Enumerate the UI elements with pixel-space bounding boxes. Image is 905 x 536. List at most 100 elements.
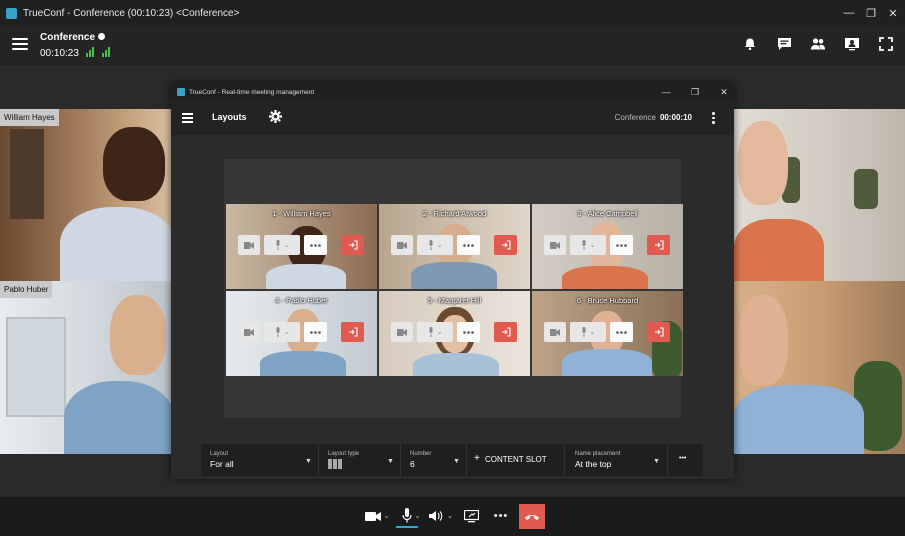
slot-camera-button[interactable] [391,322,413,342]
slot-remove-button[interactable] [341,322,364,342]
slot-more-button[interactable] [610,322,633,342]
slot-more-button[interactable] [457,235,480,255]
slot-camera-button[interactable] [238,322,260,342]
slot-more-button[interactable] [304,235,327,255]
dialog-heading: Layouts [212,112,247,122]
close-button[interactable]: ✕ [882,0,904,26]
hamburger-menu-icon[interactable] [12,38,28,52]
video-background-plant-2 [854,169,878,209]
fullscreen-icon[interactable] [877,35,895,53]
slot-remove-button[interactable] [494,235,517,255]
maximize-button[interactable]: ❐ [860,0,882,26]
chat-icon[interactable] [775,35,793,53]
chevron-down-icon[interactable]: ⌄ [284,328,290,336]
slot-microphone-button[interactable]: ⌄ [264,235,300,255]
gear-icon[interactable] [269,110,282,128]
video-tile-william-hayes[interactable]: William Hayes [0,109,171,281]
layout-slot-5[interactable]: 5 - Margaret Hill ⌄ [379,291,530,376]
chevron-down-icon[interactable]: ⌄ [590,241,596,249]
camera-icon [550,328,560,336]
meeting-management-dialog: TrueConf - Real-time meeting management … [171,83,734,479]
participant-head [738,295,788,385]
more-button[interactable]: ••• [490,506,512,526]
chevron-down-icon[interactable]: ⌄ [447,512,453,520]
layout-slot-6[interactable]: 6 - Bruce Hubbard ⌄ [532,291,683,376]
slot-remove-button[interactable] [647,322,670,342]
screen-share-button[interactable] [462,506,480,526]
slot-camera-button[interactable] [544,322,566,342]
slot-camera-button[interactable] [238,235,260,255]
dropdown-arrow-icon[interactable]: ▼ [305,458,312,465]
more-icon [616,330,627,334]
slot-more-button[interactable] [610,235,633,255]
microphone-button[interactable]: ⌄ [398,506,424,526]
dialog-menu-icon[interactable] [182,113,193,125]
slot-camera-button[interactable] [391,235,413,255]
camera-icon [364,511,381,521]
camera-button[interactable]: ⌄ [364,506,390,526]
slot-remove-button[interactable] [494,322,517,342]
number-select[interactable]: Number 6 ▼ [401,444,467,476]
content-sharing-icon[interactable] [843,35,861,53]
name-placement-select[interactable]: Name placement At the top ▼ [565,444,668,476]
dropdown-arrow-icon[interactable]: ▼ [387,458,394,465]
window-titlebar: TrueConf - Conference (00:10:23) <Confer… [0,0,905,26]
participants-icon[interactable] [809,35,827,53]
slot-remove-button[interactable] [647,235,670,255]
slot-microphone-button[interactable]: ⌄ [417,322,453,342]
chevron-down-icon[interactable]: ⌄ [437,328,443,336]
slot-remove-button[interactable] [341,235,364,255]
dialog-minimize-button[interactable]: — [657,83,675,101]
video-tile-pablo-huber[interactable]: Pablo Huber [0,281,171,454]
slot-microphone-button[interactable]: ⌄ [417,235,453,255]
minimize-button[interactable]: — [838,0,860,26]
trueconf-logo-icon [6,7,17,19]
kebab-menu-icon[interactable] [712,112,715,126]
slot-more-button[interactable] [304,322,327,342]
more-icon [310,330,321,334]
chevron-down-icon[interactable]: ⌄ [590,328,596,336]
camera-icon [244,328,254,336]
dialog-maximize-button[interactable]: ❐ [686,83,704,101]
layout-type-select[interactable]: Layout type ▼ [319,444,401,476]
slot-name-label: 5 - Margaret Hill [427,296,482,305]
dialog-close-button[interactable]: ✕ [715,83,733,101]
participant-shirt [60,207,171,281]
microphone-icon [401,508,412,523]
exit-icon [654,240,664,250]
camera-icon [244,241,254,249]
content-slot-label: CONTENT SLOT [485,455,547,464]
slot-camera-button[interactable] [544,235,566,255]
chevron-down-icon[interactable]: ⌄ [437,241,443,249]
exit-icon [348,327,358,337]
conference-name: Conference [40,32,96,43]
layout-slot-3[interactable]: 3 - Alice Campbell ⌄ [532,204,683,289]
video-tile-right-top[interactable] [734,109,905,281]
chevron-down-icon[interactable]: ⌄ [284,241,290,249]
slot-microphone-button[interactable]: ⌄ [570,322,606,342]
layout-slot-2[interactable]: 2 - Richard Atwood ⌄ [379,204,530,289]
speaker-button[interactable]: ⌄ [428,506,454,526]
layout-select[interactable]: Layout For all ▼ [201,444,319,476]
slot-more-button[interactable] [457,322,480,342]
hangup-button[interactable] [519,504,545,529]
slot-microphone-button[interactable]: ⌄ [264,322,300,342]
participant-shirt [734,385,864,454]
info-icon[interactable] [98,33,106,40]
layout-slot-1[interactable]: 1 - William Hayes ⌄ [226,204,377,289]
chevron-down-icon[interactable]: ⌄ [415,512,421,520]
chevron-down-icon[interactable]: ⌄ [384,512,390,520]
dropdown-arrow-icon[interactable]: ▼ [453,458,460,465]
video-tile-right-bottom[interactable] [734,281,905,454]
conference-header: Conference 00:10:23 [0,26,905,67]
bell-icon[interactable] [741,35,759,53]
slot-microphone-button[interactable]: ⌄ [570,235,606,255]
layout-slot-4[interactable]: 4 - Pablo Huber ⌄ [226,291,377,376]
window-title: TrueConf - Conference (00:10:23) <Confer… [23,7,240,19]
microphone-level-indicator [396,526,418,528]
bar-more-button[interactable]: ••• [668,444,703,476]
content-slot-button[interactable]: + CONTENT SLOT [467,444,565,476]
screen-share-icon [463,509,479,522]
layout-type-label: Layout type [328,451,360,457]
dropdown-arrow-icon[interactable]: ▼ [653,458,660,465]
